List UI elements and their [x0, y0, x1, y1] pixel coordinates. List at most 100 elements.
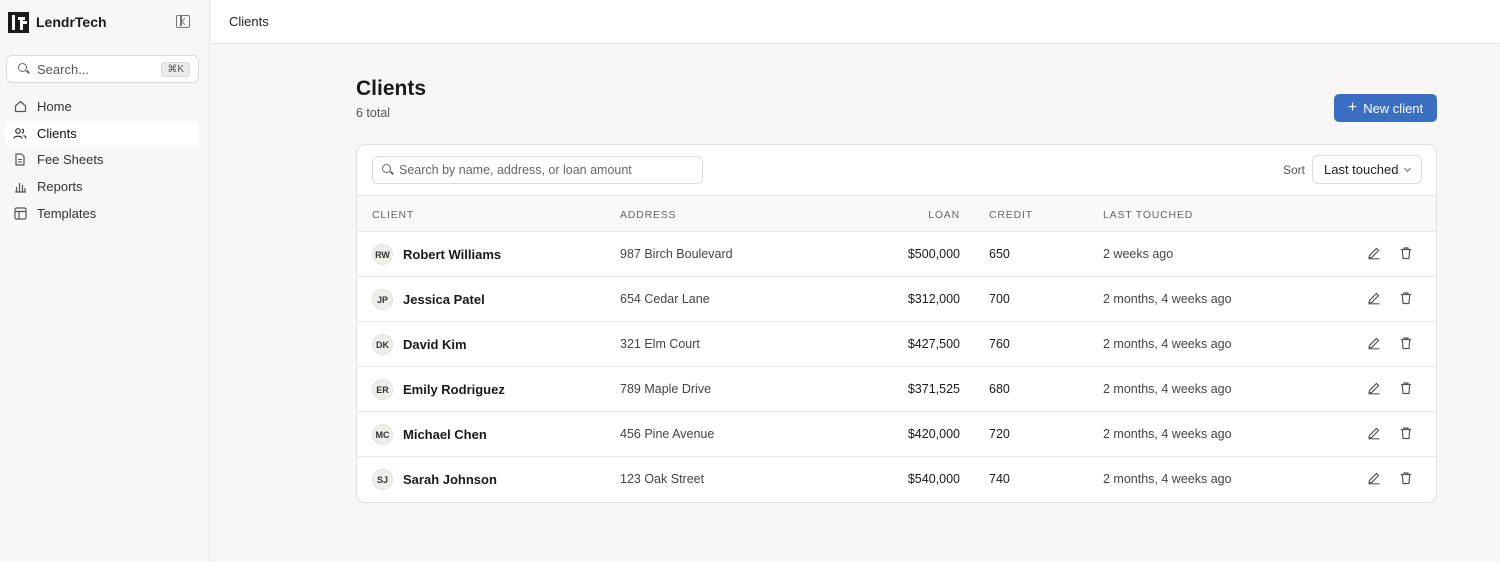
client-credit: 740 — [989, 472, 1010, 486]
edit-icon[interactable] — [1367, 426, 1383, 442]
client-loan: $371,525 — [907, 382, 960, 396]
client-credit: 700 — [989, 292, 1010, 306]
column-header-credit[interactable]: CREDIT — [989, 209, 1033, 221]
column-header-last-touched[interactable]: LAST TOUCHED — [1103, 209, 1193, 221]
table-row[interactable]: JP Jessica Patel 654 Cedar Lane $312,000… — [357, 277, 1436, 322]
client-name[interactable]: Jessica Patel — [403, 292, 485, 307]
table-row[interactable]: SJ Sarah Johnson 123 Oak Street $540,000… — [357, 457, 1436, 502]
edit-icon[interactable] — [1367, 336, 1383, 352]
client-address: 123 Oak Street — [620, 472, 705, 486]
client-loan: $420,000 — [907, 427, 960, 441]
bar-chart-icon — [13, 180, 27, 194]
table-row[interactable]: DK David Kim 321 Elm Court $427,500 760 … — [357, 322, 1436, 367]
client-loan: $540,000 — [907, 472, 960, 486]
client-name[interactable]: Robert Williams — [403, 247, 501, 262]
layout-icon — [13, 206, 27, 220]
home-icon — [13, 100, 27, 114]
table-header: CLIENT ADDRESS LOAN CREDIT LAST TOUCHED — [357, 195, 1436, 232]
new-client-button[interactable]: + New client — [1334, 94, 1437, 122]
sidebar-item-fee-sheets[interactable]: Fee Sheets — [5, 147, 199, 172]
trash-icon[interactable] — [1399, 426, 1415, 442]
shortcut-badge: ⌘K — [161, 61, 190, 77]
edit-icon[interactable] — [1367, 381, 1383, 397]
table-search-placeholder: Search by name, address, or loan amount — [399, 163, 632, 177]
sidebar-item-templates[interactable]: Templates — [5, 201, 199, 226]
sidebar-item-home[interactable]: Home — [5, 94, 199, 119]
client-last-touched: 2 months, 4 weeks ago — [1103, 292, 1232, 306]
client-loan: $312,000 — [907, 292, 960, 306]
sidebar-item-label: Reports — [37, 179, 83, 195]
collapse-sidebar-icon[interactable] — [176, 15, 190, 28]
brand-name: LendrTech — [36, 14, 107, 30]
sidebar-nav: Home Clients Fee Sheets Reports Template… — [5, 94, 199, 227]
sort-value: Last touched — [1324, 162, 1399, 177]
column-header-client[interactable]: CLIENT — [372, 209, 414, 221]
table-row[interactable]: ER Emily Rodriguez 789 Maple Drive $371,… — [357, 367, 1436, 412]
client-loan: $500,000 — [907, 247, 960, 261]
sidebar-search-input[interactable]: Search... ⌘K — [6, 55, 199, 83]
client-last-touched: 2 weeks ago — [1103, 247, 1174, 261]
chevron-down-icon — [1403, 164, 1412, 173]
client-address: 789 Maple Drive — [620, 382, 712, 396]
client-credit: 680 — [989, 382, 1010, 396]
brand[interactable]: LendrTech — [8, 11, 107, 33]
sidebar-item-clients[interactable]: Clients — [5, 120, 199, 146]
sidebar-search-placeholder: Search... — [37, 61, 90, 77]
sidebar-item-label: Clients — [37, 125, 77, 141]
sort-select[interactable]: Last touched — [1312, 155, 1422, 184]
client-last-touched: 2 months, 4 weeks ago — [1103, 382, 1232, 396]
client-credit: 720 — [989, 427, 1010, 441]
client-last-touched: 2 months, 4 weeks ago — [1103, 427, 1232, 441]
breadcrumb: Clients — [229, 14, 269, 29]
trash-icon[interactable] — [1399, 381, 1415, 397]
users-icon — [13, 126, 27, 140]
lendrtech-logo-icon — [8, 11, 29, 33]
edit-icon[interactable] — [1367, 291, 1383, 307]
client-address: 321 Elm Court — [620, 337, 700, 351]
sidebar-item-label: Home — [37, 99, 72, 114]
client-count: 6 total — [356, 106, 391, 120]
client-loan: $427,500 — [907, 337, 960, 351]
new-client-label: New client — [1363, 100, 1424, 116]
table-search-input[interactable]: Search by name, address, or loan amount — [372, 156, 703, 184]
client-name[interactable]: Emily Rodriguez — [403, 382, 505, 397]
edit-icon[interactable] — [1367, 471, 1383, 487]
sidebar-item-label: Templates — [37, 205, 97, 221]
sort-label: Sort — [1283, 163, 1306, 177]
topbar: Clients — [211, 0, 1500, 44]
sidebar-item-label: Fee Sheets — [37, 152, 104, 168]
plus-icon: + — [1347, 99, 1358, 116]
client-name[interactable]: Sarah Johnson — [403, 472, 497, 487]
avatar: RW — [372, 244, 393, 265]
avatar: SJ — [372, 469, 393, 490]
client-name[interactable]: David Kim — [403, 337, 467, 352]
client-name[interactable]: Michael Chen — [403, 427, 487, 442]
sidebar: LendrTech Search... ⌘K Home Clients Fee … — [0, 0, 210, 562]
client-last-touched: 2 months, 4 weeks ago — [1103, 337, 1232, 351]
sidebar-item-reports[interactable]: Reports — [5, 174, 199, 199]
trash-icon[interactable] — [1399, 336, 1415, 352]
avatar: MC — [372, 424, 393, 445]
client-address: 654 Cedar Lane — [620, 292, 710, 306]
client-address: 456 Pine Avenue — [620, 427, 715, 441]
search-icon — [18, 63, 30, 75]
client-credit: 760 — [989, 337, 1010, 351]
trash-icon[interactable] — [1399, 471, 1415, 487]
page-title: Clients — [356, 77, 427, 100]
avatar: ER — [372, 379, 393, 400]
edit-icon[interactable] — [1367, 246, 1383, 262]
clients-table-card: Search by name, address, or loan amount … — [356, 144, 1437, 503]
column-header-address[interactable]: ADDRESS — [620, 209, 676, 221]
client-address: 987 Birch Boulevard — [620, 247, 733, 261]
client-credit: 650 — [989, 247, 1010, 261]
trash-icon[interactable] — [1399, 246, 1415, 262]
table-body: RW Robert Williams 987 Birch Boulevard $… — [357, 232, 1436, 502]
document-icon — [13, 153, 27, 167]
table-row[interactable]: MC Michael Chen 456 Pine Avenue $420,000… — [357, 412, 1436, 457]
table-row[interactable]: RW Robert Williams 987 Birch Boulevard $… — [357, 232, 1436, 277]
trash-icon[interactable] — [1399, 291, 1415, 307]
client-last-touched: 2 months, 4 weeks ago — [1103, 472, 1232, 486]
avatar: DK — [372, 334, 393, 355]
column-header-loan[interactable]: LOAN — [928, 209, 960, 221]
search-icon — [382, 164, 394, 176]
